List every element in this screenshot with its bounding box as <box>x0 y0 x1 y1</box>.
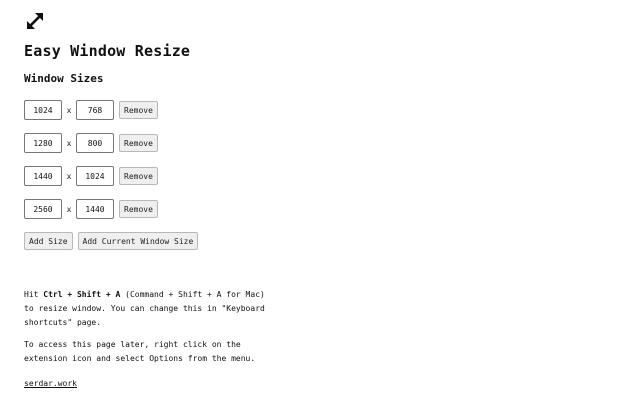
width-input[interactable] <box>24 199 62 219</box>
height-input[interactable] <box>76 199 114 219</box>
size-separator: x <box>66 138 72 148</box>
height-input[interactable] <box>76 166 114 186</box>
expand-arrows-icon <box>27 13 43 29</box>
height-input[interactable] <box>76 133 114 153</box>
size-separator: x <box>66 204 72 214</box>
size-actions: Add Size Add Current Window Size <box>24 232 624 250</box>
remove-size-button[interactable]: Remove <box>119 200 158 218</box>
author-link[interactable]: serdar.work <box>24 377 77 391</box>
size-row: x Remove <box>24 199 624 219</box>
remove-size-button[interactable]: Remove <box>119 167 158 185</box>
size-separator: x <box>66 105 72 115</box>
size-row: x Remove <box>24 166 624 186</box>
info-text: Hit Ctrl + Shift + A (Command + Shift + … <box>24 288 274 391</box>
height-input[interactable] <box>76 100 114 120</box>
size-row: x Remove <box>24 133 624 153</box>
shortcut-info: Hit Ctrl + Shift + A (Command + Shift + … <box>24 288 274 330</box>
options-info: To access this page later, right click o… <box>24 340 256 363</box>
window-sizes-list: x Remove x Remove x Remove x Remove <box>24 100 624 219</box>
width-input[interactable] <box>24 100 62 120</box>
size-separator: x <box>66 171 72 181</box>
size-row: x Remove <box>24 100 624 120</box>
shortcut-prefix: Hit <box>24 290 44 299</box>
remove-size-button[interactable]: Remove <box>119 101 158 119</box>
add-current-window-size-button[interactable]: Add Current Window Size <box>77 232 199 250</box>
options-page: Easy Window Resize Window Sizes x Remove… <box>24 10 624 391</box>
width-input[interactable] <box>24 133 62 153</box>
shortcut-keys: Ctrl + Shift + A <box>43 290 121 299</box>
window-sizes-heading: Window Sizes <box>24 72 104 85</box>
remove-size-button[interactable]: Remove <box>119 134 158 152</box>
width-input[interactable] <box>24 166 62 186</box>
add-size-button[interactable]: Add Size <box>24 232 73 250</box>
app-title: Easy Window Resize <box>24 42 191 60</box>
